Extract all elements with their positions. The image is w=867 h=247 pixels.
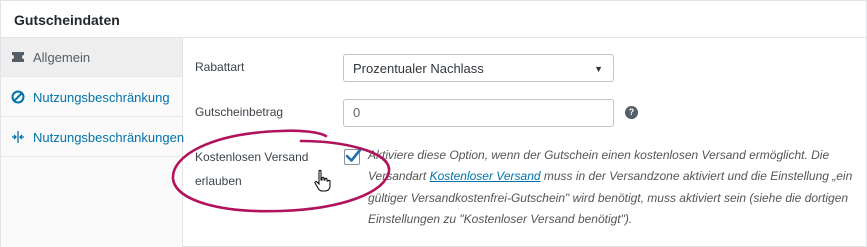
ticket-icon — [11, 50, 25, 64]
checkmark-icon — [345, 148, 362, 162]
coupon-amount-label: Gutscheinbetrag — [195, 105, 284, 119]
coupon-data-panel: Gutscheindaten Allgemein Nutzungsbeschrä… — [0, 0, 867, 247]
tab-usage-restriction-label: Nutzungsbeschränkung — [33, 89, 170, 105]
hand-cursor-icon — [314, 169, 331, 192]
discount-type-label: Rabattart — [195, 60, 245, 74]
panel-title: Gutscheindaten — [14, 12, 120, 28]
free-shipping-checkbox[interactable] — [344, 148, 362, 165]
discount-type-select[interactable]: Prozentualer Nachlass ▼ — [343, 54, 614, 82]
chevron-down-icon: ▼ — [594, 64, 603, 74]
arrows-horizontal-icon — [11, 130, 25, 144]
tab-usage-limits[interactable]: Nutzungsbeschränkungen — [1, 118, 185, 157]
free-shipping-description: Aktiviere diese Option, wenn der Gutsche… — [368, 145, 858, 230]
help-icon[interactable]: ? — [625, 106, 638, 119]
panel-header: Gutscheindaten — [1, 1, 866, 38]
tab-general[interactable]: Allgemein — [1, 38, 182, 77]
free-shipping-label-line2: erlauben — [195, 174, 242, 188]
general-tab-content: Rabattart Prozentualer Nachlass ▼ Gutsch… — [183, 38, 867, 247]
discount-type-value: Prozentualer Nachlass — [353, 60, 484, 76]
coupon-amount-input[interactable]: 0 — [343, 99, 614, 127]
no-entry-icon — [11, 90, 25, 104]
tab-general-label: Allgemein — [33, 49, 91, 65]
tab-usage-restriction[interactable]: Nutzungsbeschränkung — [1, 78, 182, 117]
free-shipping-label: Kostenlosen Versand — [195, 150, 309, 164]
tab-usage-limits-label: Nutzungsbeschränkungen — [33, 129, 185, 145]
free-shipping-link[interactable]: Kostenloser Versand — [430, 169, 541, 183]
tab-list: Allgemein Nutzungsbeschränkung Nutzungsb… — [1, 38, 185, 247]
